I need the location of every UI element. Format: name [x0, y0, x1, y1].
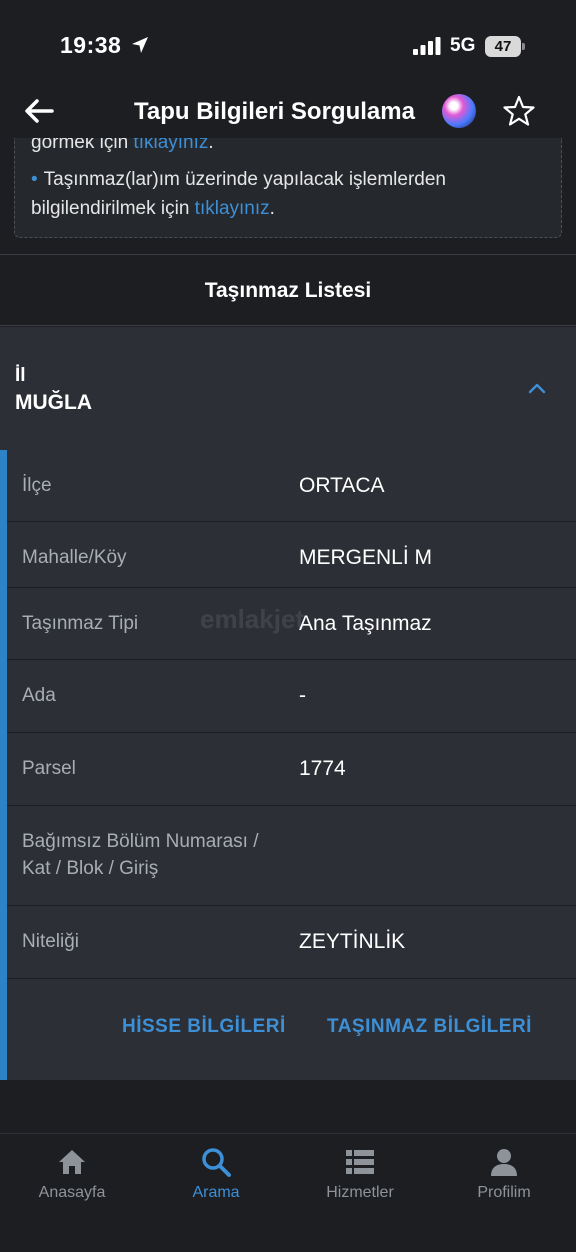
- detail-value: ORTACA: [299, 474, 385, 497]
- chevron-up-icon[interactable]: [526, 377, 548, 399]
- detail-label: Parsel: [22, 758, 76, 779]
- share-info-button[interactable]: HİSSE BİLGİLERİ: [122, 1016, 286, 1038]
- info-text-end: .: [208, 138, 214, 153]
- province-accordion-header[interactable]: İl MUĞLA: [0, 327, 576, 450]
- info-text-end: .: [269, 198, 275, 219]
- province-label: İl: [15, 365, 26, 386]
- tab-label: Hizmetler: [326, 1184, 394, 1201]
- info-link-1[interactable]: tıklayınız: [133, 138, 208, 153]
- detail-row-district: İlçe ORTACA: [7, 450, 576, 522]
- siri-icon[interactable]: [442, 94, 476, 128]
- tab-services[interactable]: Hizmetler: [288, 1134, 432, 1252]
- person-icon: [491, 1149, 517, 1176]
- detail-row-block: Ada -: [7, 660, 576, 733]
- cellular-signal-icon: [413, 37, 441, 55]
- info-text: görmek için: [31, 138, 134, 153]
- detail-label: Bağımsız Bölüm Numarası / Kat / Blok / G…: [22, 828, 259, 882]
- section-title: Taşınmaz Listesi: [0, 254, 576, 326]
- detail-row-neighborhood: Mahalle/Köy MERGENLİ M: [7, 522, 576, 588]
- info-line-2: • Taşınmaz(lar)ım üzerinde yapılacak işle…: [31, 169, 446, 191]
- detail-label: Niteliği: [22, 931, 80, 952]
- detail-label: İlçe: [22, 475, 52, 496]
- tab-home[interactable]: Anasayfa: [0, 1134, 144, 1252]
- detail-label: Ada: [22, 685, 56, 706]
- list-icon: [346, 1150, 374, 1174]
- home-icon: [59, 1150, 85, 1174]
- accent-bar: [0, 450, 7, 1080]
- watermark: emlakjet: [200, 604, 305, 634]
- detail-label: Mahalle/Köy: [22, 547, 127, 568]
- page-title: Tapu Bilgileri Sorgulama: [134, 98, 415, 125]
- info-text: bilgilendirilmek için: [31, 198, 195, 219]
- tab-label: Arama: [192, 1184, 240, 1201]
- navigation-bar: Tapu Bilgileri Sorgulama: [0, 88, 576, 138]
- detail-row-qualification: Niteliği ZEYTİNLİK: [7, 906, 576, 979]
- detail-row-parcel: Parsel 1774: [7, 733, 576, 806]
- bullet-icon: •: [31, 169, 38, 190]
- status-time: 19:38: [60, 32, 122, 58]
- info-link-2[interactable]: tıklayınız: [195, 198, 270, 219]
- tab-label: Profilim: [477, 1184, 531, 1201]
- province-value: MUĞLA: [15, 391, 92, 414]
- search-icon: [202, 1148, 231, 1177]
- info-line-1: görmek için tıklayınız.: [31, 138, 214, 154]
- action-buttons: HİSSE BİLGİLERİ TAŞINMAZ BİLGİLERİ: [7, 980, 576, 1080]
- info-text: Taşınmaz(lar)ım üzerinde yapılacak işlem…: [43, 169, 446, 190]
- detail-row-unit-number: Bağımsız Bölüm Numarası / Kat / Blok / G…: [7, 806, 576, 906]
- info-line-3: bilgilendirilmek için tıklayınız.: [31, 198, 275, 220]
- back-arrow-icon[interactable]: [22, 94, 56, 128]
- info-notice-box: görmek için tıklayınız. • Taşınmaz(lar)ım…: [14, 138, 562, 238]
- tab-label: Anasayfa: [38, 1184, 106, 1201]
- battery-level: 47: [485, 36, 521, 57]
- tab-profile[interactable]: Profilim: [432, 1134, 576, 1252]
- network-type: 5G: [450, 35, 476, 56]
- detail-value: MERGENLİ M: [299, 546, 433, 569]
- battery-icon: 47: [485, 36, 525, 57]
- detail-label-line: Bağımsız Bölüm Numarası /: [22, 831, 259, 852]
- property-info-button[interactable]: TAŞINMAZ BİLGİLERİ: [327, 1016, 532, 1038]
- status-bar: 19:38 5G 47: [0, 0, 576, 90]
- location-arrow-icon: [132, 37, 148, 53]
- detail-value: 1774: [299, 757, 346, 780]
- battery-tip: [522, 43, 525, 50]
- detail-value: ZEYTİNLİK: [299, 930, 406, 953]
- detail-label: Taşınmaz Tipi: [22, 613, 139, 634]
- tab-search[interactable]: Arama: [144, 1134, 288, 1252]
- star-icon[interactable]: [502, 94, 536, 128]
- detail-value: -: [299, 684, 306, 707]
- detail-label-line: Kat / Blok / Giriş: [22, 858, 159, 879]
- property-details: İlçe ORTACA Mahalle/Köy MERGENLİ M Taşın…: [0, 450, 576, 1080]
- tab-bar: Anasayfa Arama Hizmetler Profilim: [0, 1133, 576, 1252]
